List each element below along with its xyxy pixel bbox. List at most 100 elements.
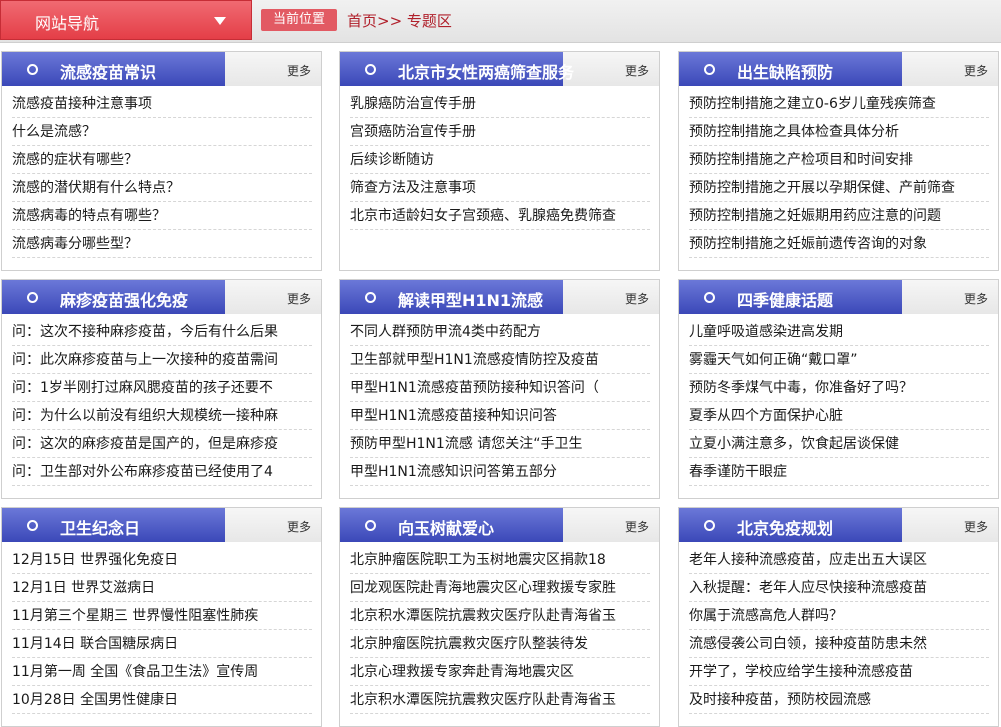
- more-link[interactable]: 更多: [964, 290, 988, 307]
- article-link[interactable]: 10月28日 全国男性健康日: [12, 687, 312, 714]
- panel-title-tab[interactable]: 北京免疫规划: [679, 508, 902, 542]
- article-link[interactable]: 北京肿瘤医院职工为玉树地震灾区捐款18: [350, 547, 650, 574]
- article-link[interactable]: 你属于流感高危人群吗？: [689, 603, 989, 630]
- panel-title-tab[interactable]: 北京市女性两癌筛查服务: [340, 52, 574, 86]
- article-link[interactable]: 12月15日 世界强化免疫日: [12, 547, 312, 574]
- article-link[interactable]: 雾霾天气如何正确“戴口罩”: [689, 347, 989, 374]
- article-link[interactable]: 甲型H1N1流感疫苗预防接种知识答问（: [350, 375, 650, 402]
- circle-bullet-icon: [704, 520, 715, 531]
- article-link[interactable]: 开学了，学校应给学生接种流感疫苗: [689, 659, 989, 686]
- breadcrumb: 首页>> 专题区: [347, 10, 452, 31]
- panel-title: 麻疹疫苗强化免疫: [60, 291, 189, 310]
- article-link[interactable]: 及时接种疫苗，预防校园流感: [689, 687, 989, 714]
- article-link[interactable]: 问：这次不接种麻疹疫苗，今后有什么后果: [12, 319, 312, 346]
- more-link[interactable]: 更多: [964, 518, 988, 535]
- article-link[interactable]: 流感侵袭公司白领，接种疫苗防患未然: [689, 631, 989, 658]
- more-link[interactable]: 更多: [625, 518, 649, 535]
- article-link[interactable]: 11月第一周 全国《食品卫生法》宣传周: [12, 659, 312, 686]
- panel-title: 向玉树献爱心: [398, 519, 495, 538]
- article-link[interactable]: 预防控制措施之具体检查具体分析: [689, 119, 989, 146]
- site-nav-menu-button[interactable]: 网站导航: [0, 0, 252, 40]
- article-link[interactable]: 问：卫生部对外公布麻疹疫苗已经使用了4: [12, 459, 312, 486]
- article-link[interactable]: 甲型H1N1流感知识问答第五部分: [350, 459, 650, 486]
- panel-title-tab[interactable]: 向玉树献爱心: [340, 508, 563, 542]
- article-link[interactable]: 甲型H1N1流感疫苗接种知识问答: [350, 403, 650, 430]
- article-link[interactable]: 立夏小满注意多，饮食起居谈保健: [689, 431, 989, 458]
- article-link[interactable]: 不同人群预防甲流4类中药配方: [350, 319, 650, 346]
- article-link[interactable]: 问：为什么以前没有组织大规模统一接种麻: [12, 403, 312, 430]
- article-link[interactable]: 12月1日 世界艾滋病日: [12, 575, 312, 602]
- article-link[interactable]: 筛查方法及注意事项: [350, 175, 650, 202]
- panel-title-tab[interactable]: 四季健康话题: [679, 280, 902, 314]
- panel-article-list: 预防控制措施之建立0-6岁儿童残疾筛查 预防控制措施之具体检查具体分析 预防控制措施…: [689, 91, 989, 259]
- circle-bullet-icon: [365, 520, 376, 531]
- panel-title: 北京免疫规划: [737, 519, 834, 538]
- more-link[interactable]: 更多: [964, 62, 988, 79]
- article-link[interactable]: 什么是流感？: [12, 119, 312, 146]
- article-link[interactable]: 流感的潜伏期有什么特点？: [12, 175, 312, 202]
- panel-title-tab[interactable]: 流感疫苗常识: [2, 52, 225, 86]
- panel-article-list: 儿童呼吸道感染进高发期 雾霾天气如何正确“戴口罩” 预防冬季煤气中毒，你准备好了吗？…: [689, 319, 989, 487]
- more-link[interactable]: 更多: [287, 62, 311, 79]
- article-link[interactable]: 北京心理救援专家奔赴青海地震灾区: [350, 659, 650, 686]
- article-link[interactable]: 北京积水潭医院抗震救灾医疗队赴青海省玉: [350, 687, 650, 714]
- more-link[interactable]: 更多: [625, 290, 649, 307]
- panel-header: 向玉树献爱心 更多: [340, 508, 659, 542]
- article-link[interactable]: 问：1岁半刚打过麻风腮疫苗的孩子还要不: [12, 375, 312, 402]
- article-link[interactable]: 问：此次麻疹疫苗与上一次接种的疫苗需间: [12, 347, 312, 374]
- panel-header: 流感疫苗常识 更多: [2, 52, 321, 86]
- panel-title-tab[interactable]: 出生缺陷预防: [679, 52, 902, 86]
- panel-title: 四季健康话题: [737, 291, 834, 310]
- article-link[interactable]: 11月第三个星期三 世界慢性阻塞性肺疾: [12, 603, 312, 630]
- panel-title-tab[interactable]: 卫生纪念日: [2, 508, 225, 542]
- panel-title-tab[interactable]: 解读甲型H1N1流感: [340, 280, 563, 314]
- article-link[interactable]: 预防甲型H1N1流感 请您关注“手卫生: [350, 431, 650, 458]
- article-link[interactable]: 11月14日 联合国糖尿病日: [12, 631, 312, 658]
- article-link[interactable]: 回龙观医院赴青海地震灾区心理救援专家胜: [350, 575, 650, 602]
- topic-panel: 麻疹疫苗强化免疫 更多问：这次不接种麻疹疫苗，今后有什么后果 问：此次麻疹疫苗与上一…: [1, 279, 322, 499]
- circle-bullet-icon: [27, 520, 38, 531]
- article-link[interactable]: 预防控制措施之妊娠期用药应注意的问题: [689, 203, 989, 230]
- article-link[interactable]: 后续诊断随访: [350, 147, 650, 174]
- article-link[interactable]: 宫颈癌防治宣传手册: [350, 119, 650, 146]
- more-link[interactable]: 更多: [625, 62, 649, 79]
- topic-panel: 北京免疫规划 更多老年人接种流感疫苗，应走出五大误区 入秋提醒：老年人应尽快接种流感…: [678, 507, 999, 727]
- topic-panel: 四季健康话题 更多儿童呼吸道感染进高发期 雾霾天气如何正确“戴口罩” 预防冬季煤气中毒…: [678, 279, 999, 499]
- topic-panel: 流感疫苗常识 更多流感疫苗接种注意事项 什么是流感？ 流感的症状有哪些？ 流感的潜伏期有…: [1, 51, 322, 271]
- article-link[interactable]: 预防控制措施之开展以孕期保健、产前筛查: [689, 175, 989, 202]
- article-link[interactable]: 北京肿瘤医院抗震救灾医疗队整装待发: [350, 631, 650, 658]
- circle-bullet-icon: [704, 64, 715, 75]
- more-link[interactable]: 更多: [287, 290, 311, 307]
- circle-bullet-icon: [365, 292, 376, 303]
- article-link[interactable]: 北京积水潭医院抗震救灾医疗队赴青海省玉: [350, 603, 650, 630]
- article-link[interactable]: 预防控制措施之建立0-6岁儿童残疾筛查: [689, 91, 989, 118]
- article-link[interactable]: 流感的症状有哪些？: [12, 147, 312, 174]
- article-link[interactable]: 北京市适龄妇女子宫颈癌、乳腺癌免费筛查: [350, 203, 650, 230]
- article-link[interactable]: 春季谨防干眼症: [689, 459, 989, 486]
- panel-title: 流感疫苗常识: [60, 63, 157, 82]
- article-link[interactable]: 乳腺癌防治宣传手册: [350, 91, 650, 118]
- breadcrumb-text[interactable]: 首页>> 专题区: [347, 12, 452, 30]
- panel-header: 四季健康话题 更多: [679, 280, 998, 314]
- article-link[interactable]: 预防冬季煤气中毒，你准备好了吗？: [689, 375, 989, 402]
- article-link[interactable]: 卫生部就甲型H1N1流感疫情防控及疫苗: [350, 347, 650, 374]
- panel-article-list: 乳腺癌防治宣传手册 宫颈癌防治宣传手册 后续诊断随访 筛查方法及注意事项 北京市适龄妇女…: [350, 91, 650, 231]
- panel-article-list: 老年人接种流感疫苗，应走出五大误区 入秋提醒：老年人应尽快接种流感疫苗 你属于流感高…: [689, 547, 989, 715]
- article-link[interactable]: 老年人接种流感疫苗，应走出五大误区: [689, 547, 989, 574]
- article-link[interactable]: 入秋提醒：老年人应尽快接种流感疫苗: [689, 575, 989, 602]
- chevron-down-icon: [214, 17, 226, 25]
- article-link[interactable]: 儿童呼吸道感染进高发期: [689, 319, 989, 346]
- more-link[interactable]: 更多: [287, 518, 311, 535]
- article-link[interactable]: 流感疫苗接种注意事项: [12, 91, 312, 118]
- article-link[interactable]: 问：这次的麻疹疫苗是国产的，但是麻疹疫: [12, 431, 312, 458]
- topic-panel: 向玉树献爱心 更多北京肿瘤医院职工为玉树地震灾区捐款18 回龙观医院赴青海地震灾区心…: [339, 507, 660, 727]
- article-link[interactable]: 流感病毒分哪些型？: [12, 231, 312, 258]
- panel-title-tab[interactable]: 麻疹疫苗强化免疫: [2, 280, 225, 314]
- article-link[interactable]: 流感病毒的特点有哪些？: [12, 203, 312, 230]
- topic-panel: 北京市女性两癌筛查服务 更多乳腺癌防治宣传手册 宫颈癌防治宣传手册 后续诊断随访 筛查方…: [339, 51, 660, 271]
- panel-title: 解读甲型H1N1流感: [398, 291, 544, 310]
- article-link[interactable]: 夏季从四个方面保护心脏: [689, 403, 989, 430]
- panel-article-list: 问：这次不接种麻疹疫苗，今后有什么后果 问：此次麻疹疫苗与上一次接种的疫苗需间 问：…: [12, 319, 312, 487]
- article-link[interactable]: 预防控制措施之妊娠前遗传咨询的对象: [689, 231, 989, 258]
- article-link[interactable]: 预防控制措施之产检项目和时间安排: [689, 147, 989, 174]
